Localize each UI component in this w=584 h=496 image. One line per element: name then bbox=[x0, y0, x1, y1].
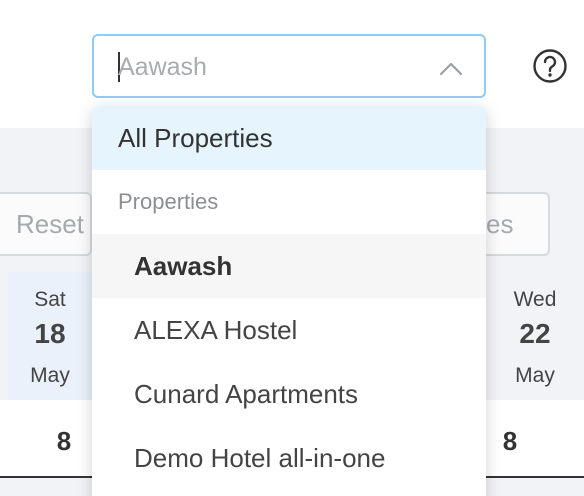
day-number: 22 bbox=[519, 318, 551, 349]
option-group-label: Properties bbox=[118, 189, 219, 214]
option-demo-hotel[interactable]: Demo Hotel all-in-one bbox=[92, 426, 486, 490]
weekday-label: Sat bbox=[34, 288, 66, 311]
availability-count[interactable]: 8 bbox=[480, 426, 540, 457]
reset-button[interactable]: Reset bbox=[0, 192, 92, 256]
month-label: May bbox=[30, 364, 70, 387]
property-select[interactable] bbox=[92, 34, 486, 98]
chevron-up-icon[interactable] bbox=[438, 56, 464, 82]
day-column-wed[interactable]: Wed 22 May bbox=[486, 272, 584, 400]
property-search-input[interactable] bbox=[118, 48, 418, 86]
day-column-sat[interactable]: Sat 18 May bbox=[8, 272, 92, 400]
property-dropdown-menu: All Properties Properties Aawash ALEXA H… bbox=[92, 106, 486, 496]
option-cunard-apartments[interactable]: Cunard Apartments bbox=[92, 362, 486, 426]
day-number: 18 bbox=[34, 318, 66, 349]
option-all-properties[interactable]: All Properties bbox=[92, 106, 486, 170]
option-aawash[interactable]: Aawash bbox=[92, 234, 486, 298]
option-alexa-hostel[interactable]: ALEXA Hostel bbox=[92, 298, 486, 362]
properties-button[interactable]: es bbox=[486, 192, 550, 256]
help-circle-icon[interactable] bbox=[532, 48, 568, 84]
month-label: May bbox=[515, 364, 555, 387]
availability-count[interactable]: 8 bbox=[34, 426, 94, 457]
weekday-label: Wed bbox=[513, 288, 557, 311]
